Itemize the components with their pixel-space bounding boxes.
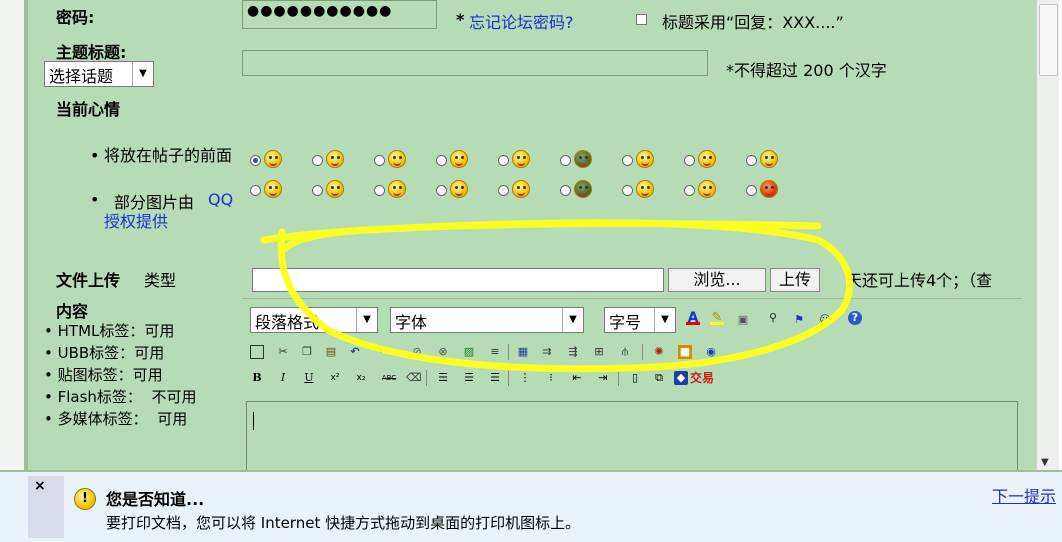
tip-bar: × ! 您是否知道... 要打印文档，您可以将 Internet 快捷方式拖动到… <box>0 470 1062 542</box>
next-tip-link[interactable]: 下一提示 <box>990 486 1056 508</box>
tip-title: 您是否知道... <box>106 490 205 509</box>
lightbulb-icon: ! <box>74 488 96 510</box>
post-form: 密码: ●●●●●●●●●●● * 忘记论坛密码? 标题采用“回复：XXX...… <box>28 0 1036 471</box>
vertical-scrollbar[interactable]: ▼ <box>1036 0 1059 470</box>
scroll-down-icon[interactable]: ▼ <box>1041 457 1049 468</box>
tip-close-button[interactable]: × <box>34 478 46 494</box>
scribble-path <box>260 219 854 373</box>
highlight-scribble <box>260 219 854 373</box>
scrollbar-thumb[interactable] <box>1039 4 1058 76</box>
tip-text: 要打印文档，您可以将 Internet 快捷方式拖动到桌面的打印机图标上。 <box>106 514 581 532</box>
